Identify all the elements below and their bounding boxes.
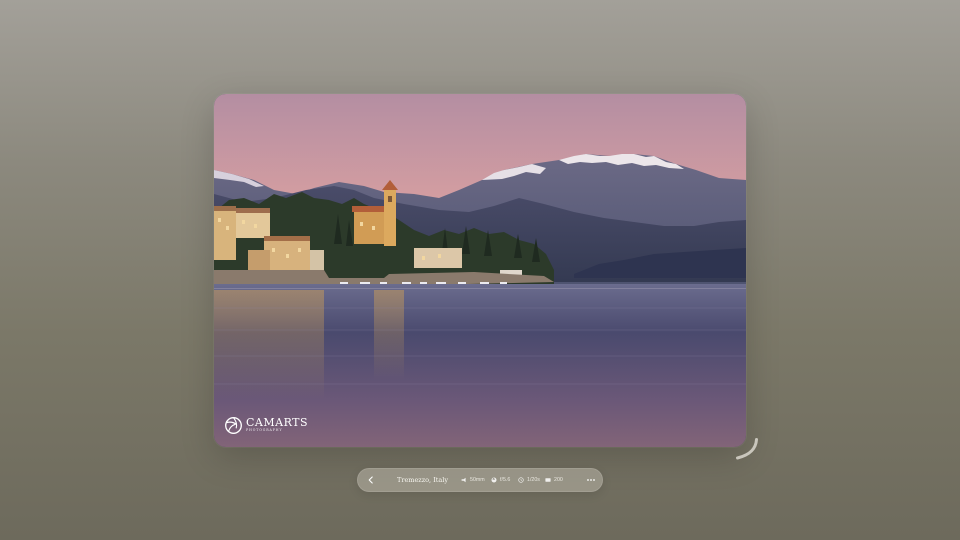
photo-window[interactable]: CAMARTS PHOTOGRAPHY (214, 94, 746, 447)
ellipsis-icon (587, 479, 595, 481)
timer-icon (518, 477, 524, 483)
shutter-value: 1/20s (527, 477, 540, 483)
aperture-value: f/5.6 (500, 477, 511, 483)
resize-handle-icon[interactable] (733, 434, 761, 462)
shutter-info: 1/20s (518, 468, 540, 492)
aperture-icon (491, 477, 497, 483)
lens-icon (461, 477, 466, 483)
photo-info-toolbar: Tremezzo, Italy 50mm f/5.6 1/20s 200 (357, 468, 603, 492)
iso-value: 200 (554, 477, 563, 483)
landscape-photo (214, 94, 746, 447)
brand-tagline: PHOTOGRAPHY (246, 428, 283, 433)
back-button[interactable] (363, 472, 379, 488)
location-label: Tremezzo, Italy (397, 476, 449, 484)
focal-length-value: 50mm (470, 477, 485, 483)
iso-info: 200 (545, 468, 563, 492)
aperture-logo-icon (225, 416, 242, 434)
brand-name: CAMARTS (246, 416, 309, 430)
focal-length-info: 50mm (461, 468, 485, 492)
chevron-left-icon (368, 476, 373, 484)
iso-icon (545, 478, 551, 482)
aperture-info: f/5.6 (491, 468, 510, 492)
more-options-button[interactable] (583, 472, 599, 488)
brand-watermark: CAMARTS PHOTOGRAPHY (224, 414, 308, 436)
